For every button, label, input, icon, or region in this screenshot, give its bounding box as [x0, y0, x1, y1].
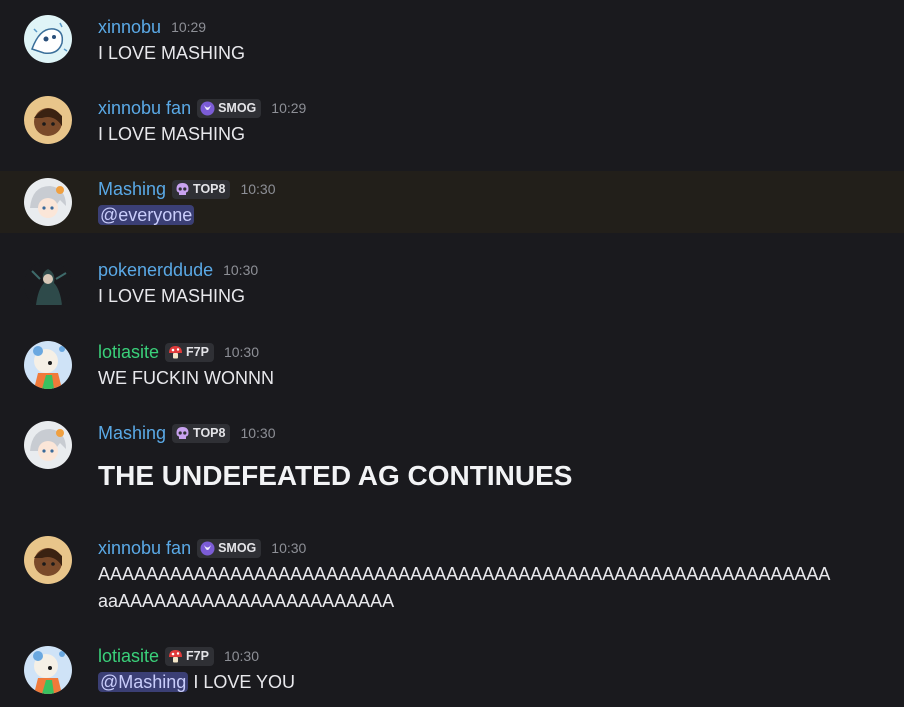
timestamp[interactable]: 10:30	[223, 262, 258, 278]
username[interactable]: xinnobu	[98, 16, 161, 38]
username[interactable]: lotiasite	[98, 645, 159, 667]
message-header: xinnobu fan SMOG 10:29	[98, 97, 306, 119]
username[interactable]: xinnobu fan	[98, 537, 191, 559]
guild-tag-label: TOP8	[193, 425, 226, 440]
guild-tag[interactable]: F7P	[165, 646, 214, 666]
message-text: I LOVE MASHING	[98, 286, 246, 306]
avatar[interactable]	[24, 536, 72, 584]
message-header: xinnobu fan SMOG 10:30	[98, 537, 306, 559]
guild-tag[interactable]: SMOG	[197, 98, 262, 118]
guild-tag[interactable]: SMOG	[197, 538, 262, 558]
avatar[interactable]	[24, 96, 72, 144]
guild-tag[interactable]: TOP8	[172, 423, 231, 443]
skull-icon	[175, 182, 190, 197]
message: xinnobu 10:29 I LOVE MASHING	[0, 0, 904, 81]
message: xinnobu fan SMOG 10:30 AAAAAAAAAAAAAAAAA…	[0, 511, 904, 621]
message: lotiasite F7P 10:30 WE FUCKIN WONNN	[0, 314, 904, 396]
message-text-line: aaAAAAAAAAAAAAAAAAAAAAAAA	[98, 591, 395, 611]
message-text: I LOVE MASHING	[98, 43, 246, 63]
timestamp[interactable]: 10:29	[171, 19, 206, 35]
timestamp[interactable]: 10:30	[224, 344, 259, 360]
avatar[interactable]	[24, 646, 72, 694]
message-header: Mashing TOP8 10:30	[98, 178, 276, 200]
mushroom-icon	[168, 649, 183, 664]
crescent-moon-icon	[200, 101, 215, 116]
timestamp[interactable]: 10:29	[271, 100, 306, 116]
message-text-tail: I LOVE YOU	[188, 672, 296, 692]
message-header: Mashing TOP8 10:30	[98, 422, 276, 444]
avatar[interactable]	[24, 15, 72, 63]
username[interactable]: lotiasite	[98, 341, 159, 363]
message: xinnobu fan SMOG 10:29 I LOVE MASHING	[0, 81, 904, 171]
timestamp[interactable]: 10:30	[224, 648, 259, 664]
mushroom-icon	[168, 345, 183, 360]
message-text: WE FUCKIN WONNN	[98, 368, 274, 388]
guild-tag[interactable]: TOP8	[172, 179, 231, 199]
guild-tag-label: SMOG	[218, 100, 257, 115]
message: Mashing TOP8 10:30 THE UNDEFEATED AG CON…	[0, 396, 904, 511]
username[interactable]: Mashing	[98, 422, 166, 444]
guild-tag-label: F7P	[186, 344, 209, 359]
crescent-moon-icon	[200, 541, 215, 556]
chat-message-list: xinnobu 10:29 I LOVE MASHING xinnobu fan	[0, 0, 904, 707]
username[interactable]: xinnobu fan	[98, 97, 191, 119]
skull-icon	[175, 426, 190, 441]
message: pokenerddude 10:30 I LOVE MASHING	[0, 233, 904, 314]
message-text-line: AAAAAAAAAAAAAAAAAAAAAAAAAAAAAAAAAAAAAAAA…	[98, 564, 831, 584]
message-highlighted: Mashing TOP8 10:30 @everyone	[0, 171, 904, 233]
username[interactable]: Mashing	[98, 178, 166, 200]
guild-tag[interactable]: F7P	[165, 342, 214, 362]
username[interactable]: pokenerddude	[98, 259, 213, 281]
message-text: @everyone	[98, 202, 195, 229]
message-header: lotiasite F7P 10:30	[98, 341, 259, 363]
avatar[interactable]	[24, 261, 72, 309]
timestamp[interactable]: 10:30	[240, 425, 275, 441]
guild-tag-label: TOP8	[193, 181, 226, 196]
message-header: lotiasite F7P 10:30	[98, 645, 259, 667]
avatar[interactable]	[24, 341, 72, 389]
timestamp[interactable]: 10:30	[271, 540, 306, 556]
avatar[interactable]	[24, 178, 72, 226]
mention[interactable]: @everyone	[98, 205, 195, 225]
avatar[interactable]	[24, 421, 72, 469]
message-text: I LOVE MASHING	[98, 124, 246, 144]
message-header: pokenerddude 10:30	[98, 259, 258, 281]
message: lotiasite F7P 10:30 @Mashing I LOVE YOU	[0, 621, 904, 707]
message-header: xinnobu 10:29	[98, 16, 206, 38]
guild-tag-label: SMOG	[218, 540, 257, 555]
timestamp[interactable]: 10:30	[240, 181, 275, 197]
message-text-large: THE UNDEFEATED AG CONTINUES	[98, 460, 573, 491]
guild-tag-label: F7P	[186, 648, 209, 663]
mention[interactable]: @Mashing	[98, 672, 189, 692]
message-text: @Mashing I LOVE YOU	[98, 669, 295, 696]
